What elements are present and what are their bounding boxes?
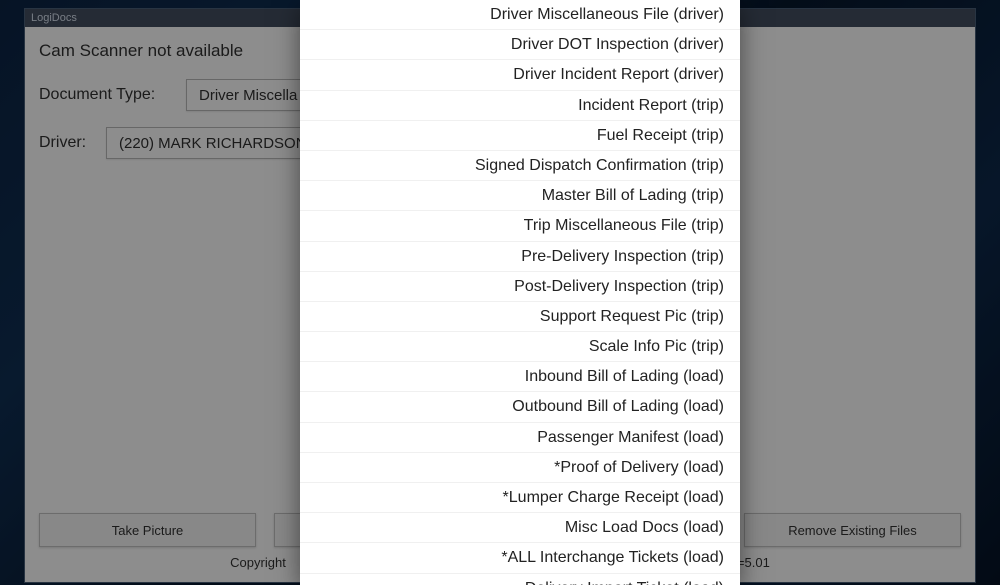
doctype-option[interactable]: Post-Delivery Inspection (trip)	[300, 272, 740, 302]
doctype-option[interactable]: Outbound Bill of Lading (load)	[300, 392, 740, 422]
doctype-dropdown-list: Driver Miscellaneous File (driver)Driver…	[300, 0, 740, 585]
doctype-label: Document Type:	[39, 86, 174, 104]
doctype-value: Driver Miscella	[199, 87, 297, 104]
window-title: LogiDocs	[31, 12, 77, 24]
doctype-option[interactable]: Support Request Pic (trip)	[300, 302, 740, 332]
doctype-option[interactable]: Driver DOT Inspection (driver)	[300, 30, 740, 60]
driver-select[interactable]: (220) MARK RICHARDSON	[106, 127, 320, 159]
doctype-option[interactable]: Scale Info Pic (trip)	[300, 332, 740, 362]
doctype-option[interactable]: Fuel Receipt (trip)	[300, 121, 740, 151]
doctype-option[interactable]: Misc Load Docs (load)	[300, 513, 740, 543]
doctype-option[interactable]: Master Bill of Lading (trip)	[300, 181, 740, 211]
doctype-option[interactable]: Trip Miscellaneous File (trip)	[300, 211, 740, 241]
take-picture-label: Take Picture	[112, 523, 184, 538]
doctype-option[interactable]: Driver Miscellaneous File (driver)	[300, 0, 740, 30]
take-picture-button[interactable]: Take Picture	[39, 513, 256, 547]
doctype-option[interactable]: *Lumper Charge Receipt (load)	[300, 483, 740, 513]
doctype-option[interactable]: Driver Incident Report (driver)	[300, 60, 740, 90]
remove-existing-label: Remove Existing Files	[788, 523, 917, 538]
doctype-option[interactable]: Inbound Bill of Lading (load)	[300, 362, 740, 392]
remove-existing-button[interactable]: Remove Existing Files	[744, 513, 961, 547]
doctype-option[interactable]: Passenger Manifest (load)	[300, 423, 740, 453]
doctype-option[interactable]: Signed Dispatch Confirmation (trip)	[300, 151, 740, 181]
doctype-option[interactable]: *Proof of Delivery (load)	[300, 453, 740, 483]
doctype-option[interactable]: *ALL Interchange Tickets (load)	[300, 543, 740, 573]
doctype-option[interactable]: Pre-Delivery Inspection (trip)	[300, 242, 740, 272]
doctype-option[interactable]: Incident Report (trip)	[300, 91, 740, 121]
driver-label: Driver:	[39, 134, 94, 152]
driver-value: (220) MARK RICHARDSON	[119, 135, 307, 152]
footer-left: Copyright	[230, 555, 286, 570]
doctype-option[interactable]: Delivery Import Ticket (load)	[300, 574, 740, 585]
doctype-dropdown-popup: Driver Miscellaneous File (driver)Driver…	[300, 0, 740, 585]
